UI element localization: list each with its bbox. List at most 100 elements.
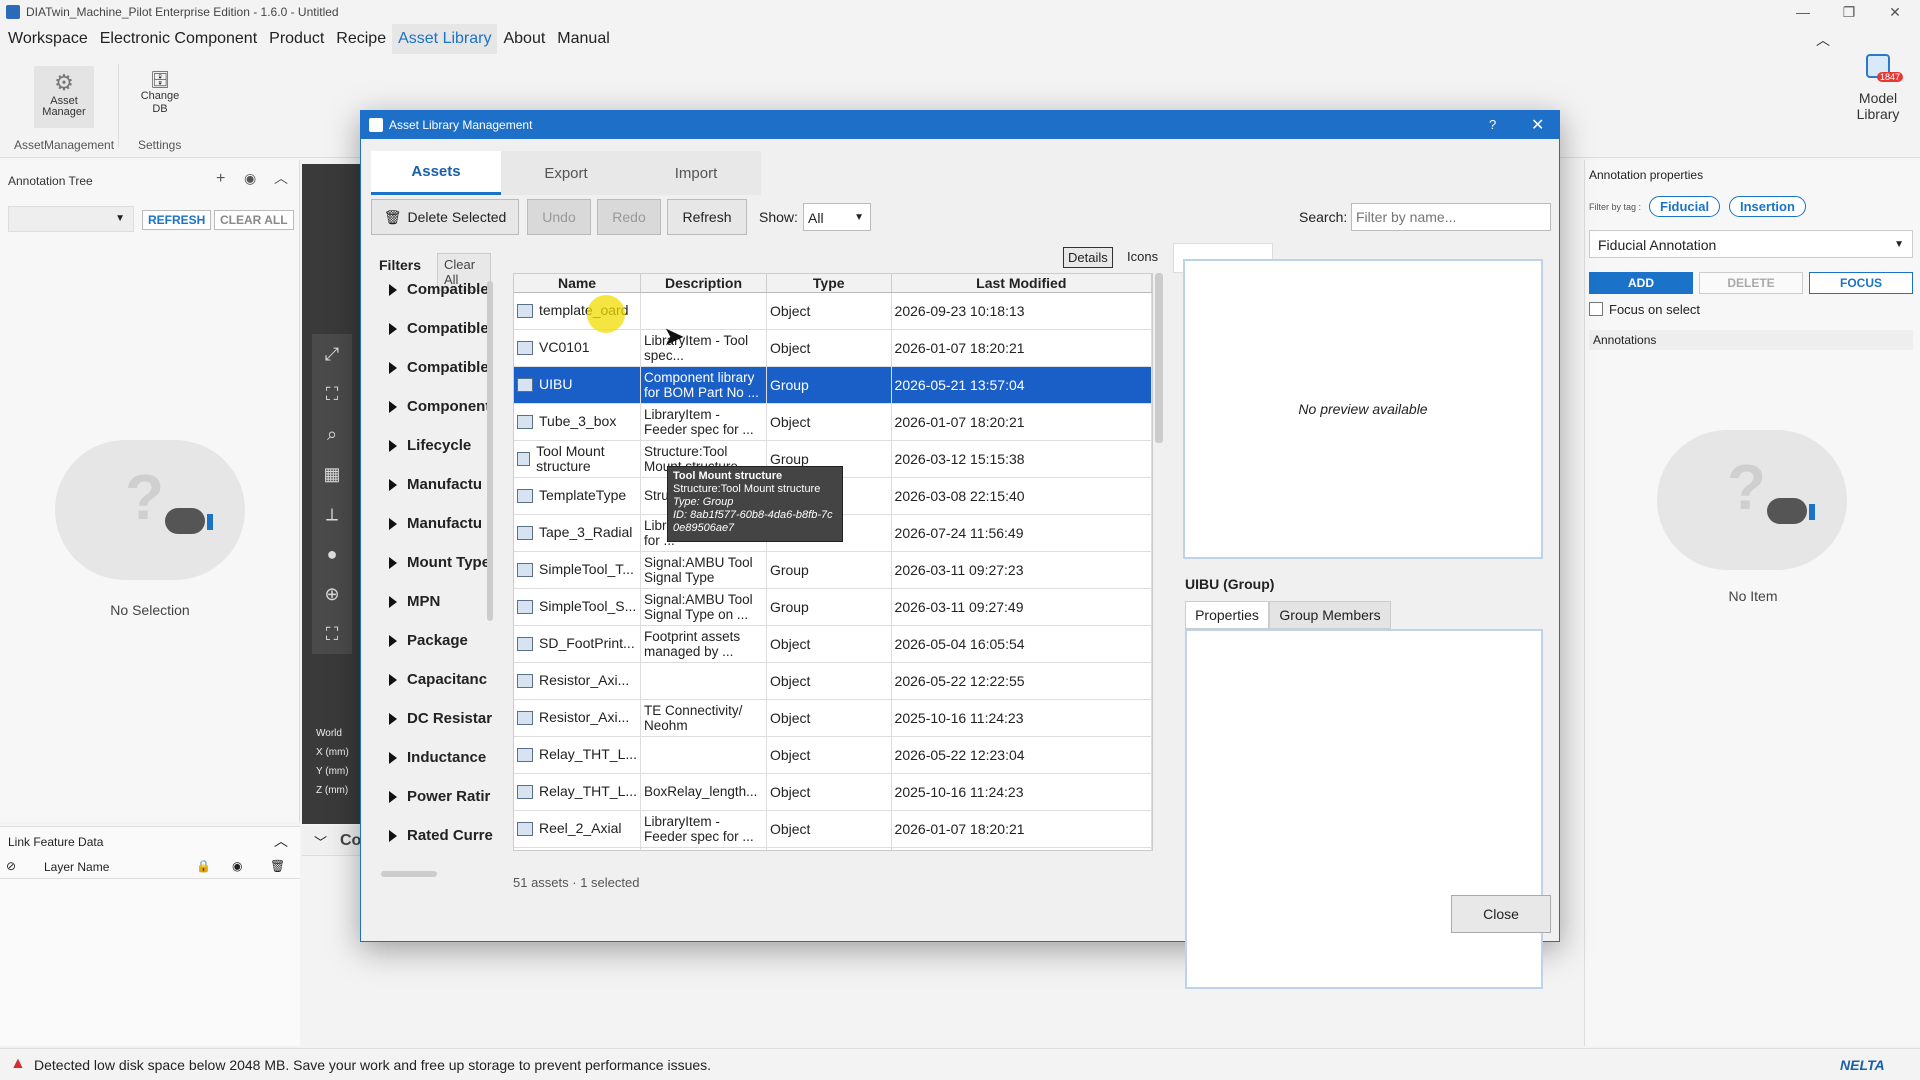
- grid-icon[interactable]: ▦: [312, 454, 352, 494]
- details-view-button[interactable]: Details: [1063, 247, 1113, 268]
- asset-description: LibraryItem - Feeder spec for ...: [644, 813, 754, 844]
- clear-all-annotations-button[interactable]: CLEAR ALL: [214, 210, 294, 230]
- menu-about[interactable]: About: [497, 24, 551, 54]
- menu-asset-library[interactable]: Asset Library: [392, 24, 498, 54]
- tag-fiducial[interactable]: Fiducial: [1649, 196, 1721, 217]
- asset-type-icon: [517, 377, 533, 392]
- lock-icon[interactable]: 🔒: [196, 859, 211, 873]
- focus-annotation-button[interactable]: FOCUS: [1809, 272, 1913, 294]
- filter-group[interactable]: Power Ratir: [389, 788, 490, 805]
- help-button[interactable]: ?: [1489, 117, 1496, 132]
- filter-group[interactable]: Rated Curre: [389, 827, 493, 844]
- delete-annotation-button[interactable]: DELETE: [1699, 272, 1803, 294]
- fit-view-icon[interactable]: ⤢: [312, 334, 352, 374]
- icons-view-button[interactable]: Icons: [1123, 247, 1162, 266]
- filter-group[interactable]: Inductance: [389, 749, 486, 766]
- eye-icon[interactable]: ◉: [244, 170, 256, 187]
- collapse-link-feature-icon[interactable]: ︿: [274, 831, 288, 851]
- filter-group[interactable]: MPN: [389, 593, 440, 610]
- tag-insertion[interactable]: Insertion: [1729, 196, 1806, 217]
- filter-group[interactable]: Component: [389, 398, 490, 415]
- viewport-3d[interactable]: ⤢ ⛶ ⌕ ▦ ⟂ ● ⊕ ⛶ World X (mm) Y (mm) Z (m…: [302, 164, 360, 824]
- table-row[interactable]: SimpleTool_T... Signal:AMBU Tool Signal T…: [514, 551, 1152, 589]
- filter-group[interactable]: Capacitanc: [389, 671, 487, 688]
- header-type[interactable]: Type: [766, 274, 892, 293]
- asset-description-cell: BoxRelay_length...: [640, 773, 767, 811]
- filter-scrollbar[interactable]: [487, 281, 493, 621]
- axis-icon[interactable]: ⟂: [312, 494, 352, 534]
- maximize-button[interactable]: ❐: [1826, 0, 1872, 24]
- filter-group[interactable]: Compatible: [389, 281, 489, 298]
- filter-group[interactable]: Manufactu: [389, 515, 482, 532]
- filter-hscrollbar[interactable]: [381, 871, 437, 877]
- zoom-extents-icon[interactable]: ⛶: [312, 374, 352, 414]
- filter-group-label: Power Ratir: [407, 788, 491, 805]
- table-row[interactable]: SD_FootPrint... Footprint assets managed …: [514, 625, 1152, 663]
- close-dialog-button[interactable]: Close: [1451, 895, 1551, 933]
- minimize-button[interactable]: —: [1780, 0, 1826, 24]
- table-row[interactable]: SimpleTool_S... Signal:AMBU Tool Signal T…: [514, 588, 1152, 626]
- search-input[interactable]: [1351, 203, 1551, 231]
- table-row[interactable]: Reel_2_Axial LibraryItem - Feeder spec fo…: [514, 810, 1152, 848]
- filter-group[interactable]: Manufactu: [389, 476, 482, 493]
- header-name[interactable]: Name: [514, 274, 642, 293]
- redo-button[interactable]: Redo: [597, 199, 661, 235]
- header-last-modified[interactable]: Last Modified: [891, 274, 1152, 293]
- menu-workspace[interactable]: Workspace: [2, 24, 94, 54]
- add-icon[interactable]: +: [216, 170, 225, 188]
- table-scrollbar[interactable]: [1155, 273, 1163, 443]
- table-row[interactable]: R2LStopperStructure:StopperObject2026-03…: [514, 847, 1152, 850]
- menu-product[interactable]: Product: [263, 24, 330, 54]
- tab-properties[interactable]: Properties: [1185, 601, 1269, 629]
- table-row[interactable]: Relay_THT_L... BoxRelay_length... Object 20…: [514, 773, 1152, 811]
- close-window-button[interactable]: ✕: [1872, 0, 1918, 24]
- menu-recipe[interactable]: Recipe: [330, 24, 392, 54]
- filter-group[interactable]: Mount Type: [389, 554, 490, 571]
- tab-assets[interactable]: Assets: [371, 151, 501, 195]
- header-description[interactable]: Description: [640, 274, 767, 293]
- expand-arrow-icon: [389, 712, 397, 725]
- orbit-icon[interactable]: ⊕: [312, 574, 352, 614]
- zoom-icon[interactable]: ⌕: [312, 414, 352, 454]
- dialog-close-icon[interactable]: ✕: [1531, 115, 1544, 135]
- collapse-ribbon-icon[interactable]: ︿: [1816, 30, 1830, 50]
- filter-group[interactable]: Package: [389, 632, 468, 649]
- add-annotation-button[interactable]: ADD: [1589, 272, 1693, 294]
- filter-group[interactable]: Compatible: [389, 359, 489, 376]
- tab-export[interactable]: Export: [501, 151, 631, 195]
- annotation-type-select[interactable]: Fiducial Annotation ▼: [1589, 230, 1913, 258]
- sphere-icon[interactable]: ●: [312, 534, 352, 574]
- view-toolbar: ⤢ ⛶ ⌕ ▦ ⟂ ● ⊕ ⛶: [312, 334, 352, 654]
- asset-manager-button[interactable]: ⚙ Asset Manager: [34, 66, 94, 128]
- tab-group-members[interactable]: Group Members: [1269, 601, 1391, 629]
- table-row[interactable]: Tube_3_box LibraryItem - Feeder spec for …: [514, 403, 1152, 441]
- annotation-select[interactable]: ▼: [8, 206, 134, 232]
- show-filter-select[interactable]: All ▼: [803, 203, 871, 231]
- table-row[interactable]: VC0101 LibraryItem - Tool spec... Object 20…: [514, 329, 1152, 367]
- menu-manual[interactable]: Manual: [551, 24, 615, 54]
- tab-import[interactable]: Import: [631, 151, 761, 195]
- no-selection-text: No Selection: [110, 602, 190, 618]
- filter-group[interactable]: DC Resistar: [389, 710, 492, 727]
- table-row[interactable]: UIBU Component library for BOM Part No ..…: [514, 366, 1152, 404]
- expand-bottom-icon[interactable]: ﹀: [314, 832, 327, 851]
- collapse-icon[interactable]: ︿: [274, 168, 288, 188]
- asset-name-cell: SimpleTool_T...: [514, 551, 642, 589]
- focus-on-select-checkbox[interactable]: [1589, 302, 1603, 316]
- undo-button[interactable]: Undo: [527, 199, 591, 235]
- visibility-icon[interactable]: ◉: [232, 859, 242, 873]
- asset-name-cell: UIBU: [514, 366, 642, 404]
- menu-electronic-component[interactable]: Electronic Component: [94, 24, 263, 54]
- delete-selected-button[interactable]: 🗑 Delete Selected: [371, 199, 519, 235]
- refresh-annotations-button[interactable]: REFRESH: [142, 210, 212, 230]
- refresh-button[interactable]: Refresh: [667, 199, 747, 235]
- frame-icon[interactable]: ⛶: [312, 614, 352, 654]
- table-row[interactable]: Relay_THT_L... Object 2026-05-22 12:23:04: [514, 736, 1152, 774]
- table-row[interactable]: Resistor_Axi... Object 2026-05-22 12:22:55: [514, 662, 1152, 700]
- filter-group[interactable]: Lifecycle: [389, 437, 471, 454]
- change-db-button[interactable]: 🗄 Change DB: [134, 66, 186, 128]
- delete-layer-icon[interactable]: 🗑: [270, 859, 285, 873]
- filter-group[interactable]: Compatible: [389, 320, 489, 337]
- model-library-button[interactable]: 1847 Model Library: [1848, 54, 1908, 124]
- table-row[interactable]: Resistor_Axi... TE Connectivity/ Neohm Obj…: [514, 699, 1152, 737]
